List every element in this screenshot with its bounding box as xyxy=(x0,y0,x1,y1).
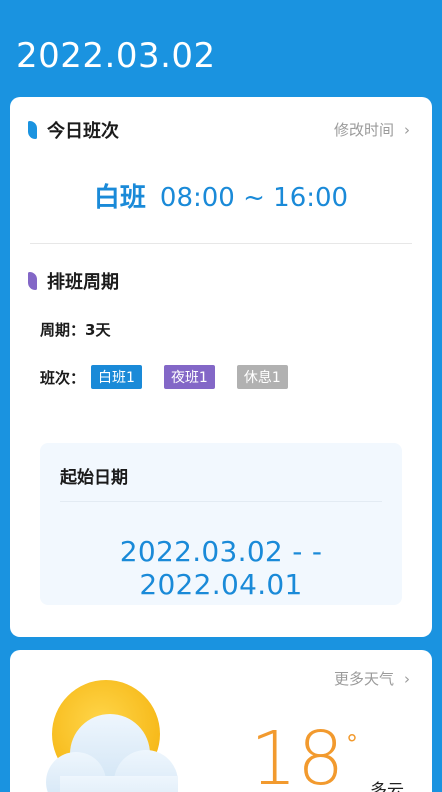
today-shift-title: 今日班次 xyxy=(47,121,119,142)
period-value: 3天 xyxy=(85,321,111,339)
today-shift-display: 白班 08:00 ~ 16:00 xyxy=(10,177,432,214)
schedule-cycle-header: 排班周期 xyxy=(28,268,119,294)
start-date-box[interactable]: 起始日期 2022.03.02 - - 2022.04.01 xyxy=(40,443,402,605)
shift-tag-night[interactable]: 夜班1 xyxy=(163,365,215,389)
cycle-period: 周期：3天 xyxy=(40,319,110,340)
partly-cloudy-icon xyxy=(46,680,178,792)
app-screen: 2022.03.02 今日班次 修改时间 › 白班 08:00 ~ 16:00 排… xyxy=(0,0,442,792)
shift-time-range: 08:00 ~ 16:00 xyxy=(159,183,349,213)
chevron-right-icon: › xyxy=(404,120,410,139)
shift-name: 白班 xyxy=(93,183,146,213)
section-divider xyxy=(30,243,412,244)
today-shift-header: 今日班次 xyxy=(28,117,119,143)
temperature-unit: ° xyxy=(346,730,358,758)
period-label: 周期： xyxy=(40,321,86,339)
start-date-range: 2022.03.02 - - 2022.04.01 xyxy=(119,535,323,601)
edit-time-button[interactable]: 修改时间 › xyxy=(334,119,410,140)
section-marker-icon xyxy=(28,272,37,290)
start-date-title: 起始日期 xyxy=(60,468,128,488)
edit-time-label: 修改时间 xyxy=(333,121,394,139)
shift-card: 今日班次 修改时间 › 白班 08:00 ~ 16:00 排班周期 周期：3天 班… xyxy=(10,97,432,637)
weather-condition: 多云 xyxy=(370,781,404,792)
schedule-cycle-title: 排班周期 xyxy=(47,272,119,293)
cycle-shifts: 班次： 白班1 夜班1 休息1 xyxy=(40,365,310,389)
start-date-divider xyxy=(60,501,382,502)
shift-tag-day[interactable]: 白班1 xyxy=(91,365,142,389)
more-weather-button[interactable]: 更多天气 › xyxy=(334,668,410,689)
current-date: 2022.03.02 xyxy=(16,36,216,76)
temperature-value: 18 xyxy=(250,716,345,792)
weather-card[interactable]: 更多天气 › 18 ° 多云 xyxy=(10,650,432,792)
more-weather-label: 更多天气 xyxy=(333,670,394,688)
chevron-right-icon: › xyxy=(404,669,410,688)
shift-tag-rest[interactable]: 休息1 xyxy=(236,365,288,389)
shifts-label: 班次： xyxy=(40,368,86,387)
section-marker-icon xyxy=(28,121,37,139)
